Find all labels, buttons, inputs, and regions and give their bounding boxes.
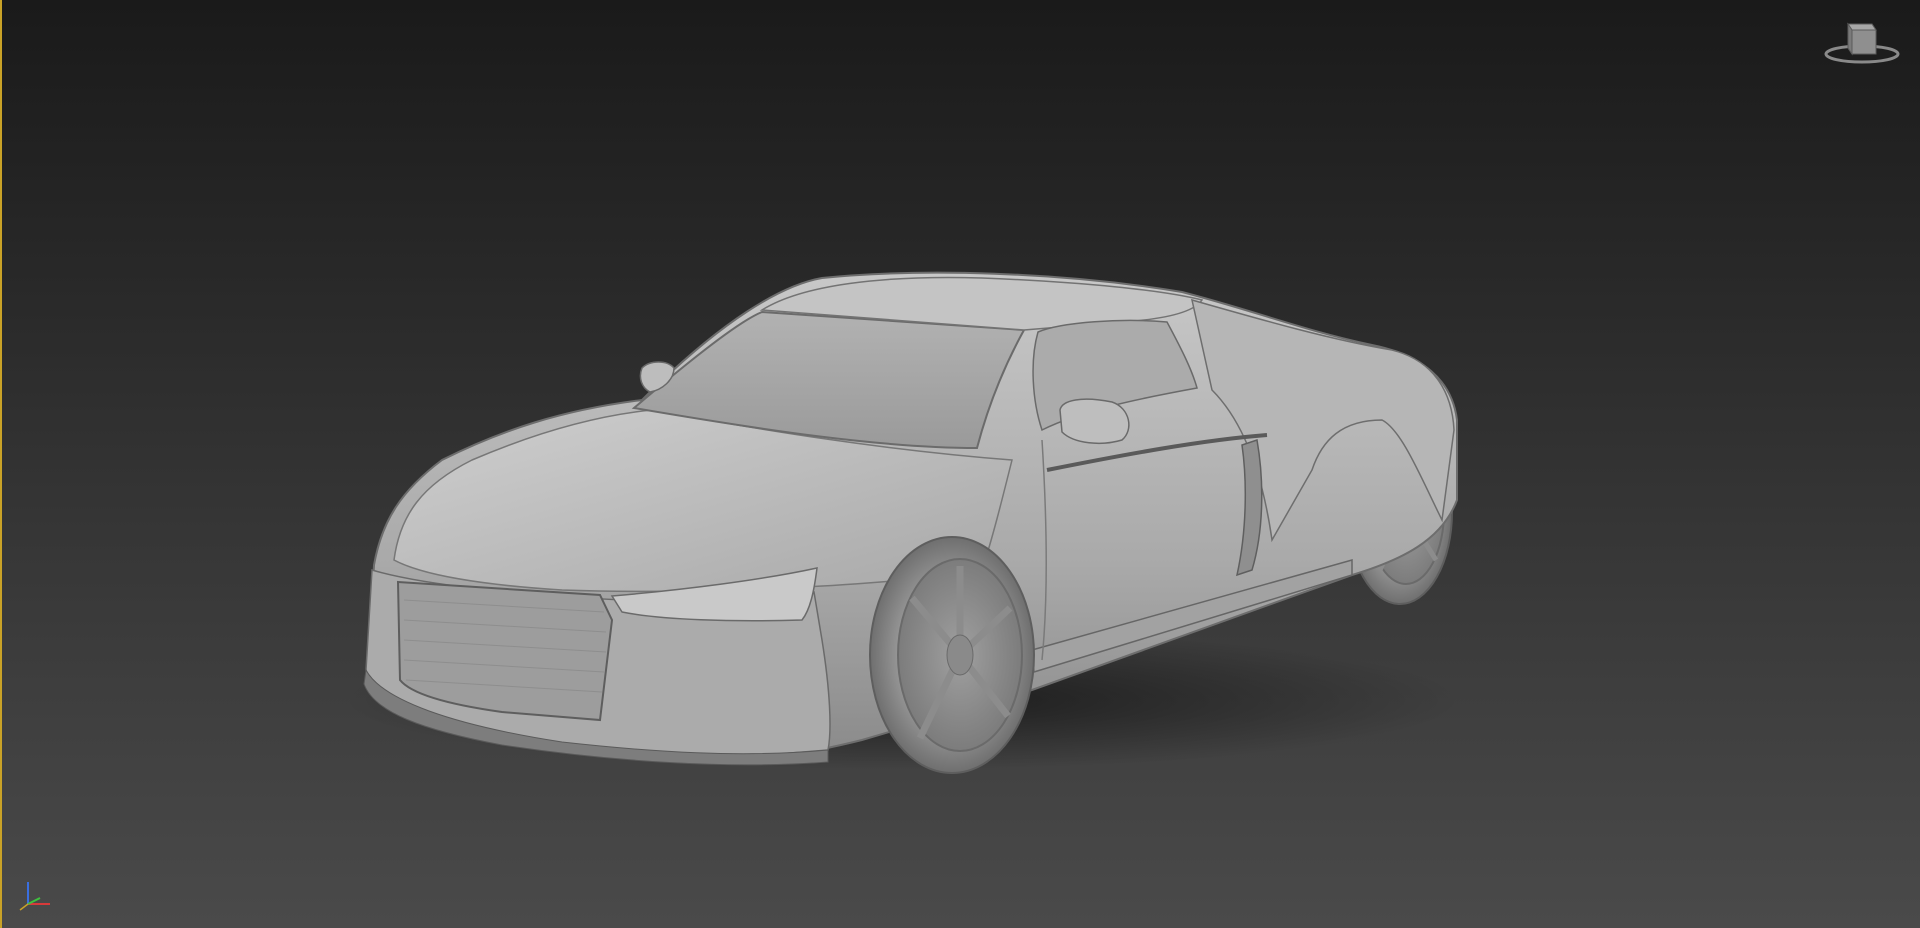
car-model[interactable] (2, 0, 1920, 928)
side-mirror-right (1059, 398, 1130, 445)
viewcube[interactable] (1822, 14, 1902, 66)
3d-viewport[interactable] (0, 0, 1920, 928)
front-wheel (869, 536, 1035, 774)
axis-tripod-icon (19, 882, 50, 911)
axis-tripod (16, 874, 64, 914)
viewcube-icon (1824, 22, 1900, 64)
